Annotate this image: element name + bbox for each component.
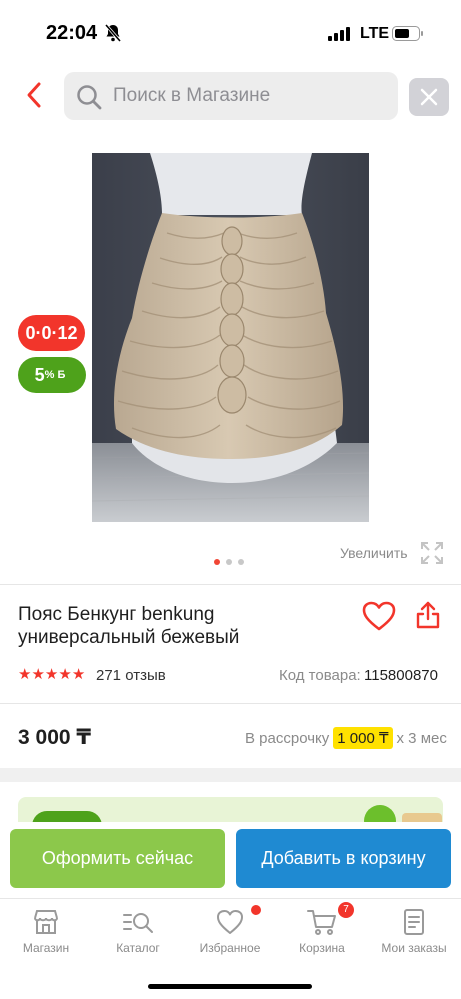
bonus-badge: 5% Б	[18, 357, 86, 393]
bonus-unit: % Б	[44, 369, 66, 381]
signal-icon	[328, 27, 350, 46]
cart-icon	[276, 907, 368, 937]
installment-info[interactable]: В рассрочку 1 000 ₸ x 3 мес	[245, 727, 447, 749]
bonus-value: 5	[34, 364, 45, 385]
star-icon: ★	[31, 666, 45, 683]
tab-shop[interactable]: Магазин	[0, 907, 92, 955]
silent-mode-icon	[104, 24, 122, 47]
cart-count-badge: 7	[338, 902, 354, 918]
gallery-pagination	[214, 559, 244, 565]
search-placeholder: Поиск в Магазине	[113, 85, 271, 106]
divider	[0, 703, 461, 704]
expand-icon[interactable]	[420, 541, 444, 570]
star-icon: ★	[58, 666, 72, 683]
share-icon[interactable]	[415, 600, 441, 635]
pagination-dot	[226, 559, 232, 565]
product-title: Пояс Бенкунг benkung универсальный бежев…	[18, 604, 240, 648]
tab-label: Каталог	[116, 941, 160, 955]
search-input[interactable]: Поиск в Магазине	[64, 72, 398, 120]
installment-suffix: x 3 мес	[396, 729, 447, 747]
tab-label: Корзина	[299, 941, 345, 955]
star-icon: ★	[71, 666, 86, 683]
section-separator	[0, 768, 461, 782]
divider	[0, 584, 461, 585]
tab-orders[interactable]: Мои заказы	[368, 907, 460, 955]
star-icon: ★	[44, 666, 59, 683]
status-time: 22:04	[46, 22, 98, 44]
zoom-button-label[interactable]: Увеличить	[340, 545, 408, 561]
sku-label: Код товара:	[279, 667, 361, 684]
installment-amount: 1 000 ₸	[333, 727, 393, 749]
status-bar: 22:04 LTE	[0, 0, 461, 60]
close-icon	[420, 88, 438, 106]
product-image[interactable]	[92, 153, 369, 522]
orders-icon	[368, 907, 460, 937]
pagination-dot-active	[214, 559, 220, 565]
tab-catalog[interactable]: Каталог	[92, 907, 184, 955]
heart-icon	[184, 907, 276, 937]
back-button[interactable]	[18, 78, 52, 112]
installment-prefix: В рассрочку	[245, 729, 330, 747]
pagination-dot	[238, 559, 244, 565]
tab-label: Магазин	[22, 941, 70, 955]
tab-favorites[interactable]: Избранное	[184, 907, 276, 955]
battery-icon	[392, 26, 424, 46]
add-to-cart-button[interactable]: Добавить в корзину	[236, 829, 451, 888]
reviews-link[interactable]: 271 отзыв	[96, 667, 166, 684]
checkout-now-button[interactable]: Оформить сейчас	[10, 829, 225, 888]
tab-cart[interactable]: Корзина	[276, 907, 368, 955]
network-type: LTE	[360, 25, 390, 42]
favorites-notification-dot	[251, 905, 261, 915]
product-price: 3 000 ₸	[18, 726, 91, 749]
star-icon: ★	[18, 666, 32, 683]
tab-label: Мои заказы	[381, 941, 447, 955]
chevron-left-icon	[27, 82, 41, 108]
favorite-heart-icon[interactable]	[362, 601, 396, 636]
rating-stars: ★ ★ ★ ★ ★	[18, 667, 85, 682]
sku-value: 115800870	[364, 667, 438, 684]
installment-badge: 0·0·12	[18, 315, 85, 351]
shop-icon	[0, 907, 92, 937]
catalog-icon	[92, 907, 184, 937]
search-icon	[76, 84, 102, 115]
home-indicator	[148, 984, 312, 989]
tab-label: Избранное	[199, 941, 261, 955]
clear-search-button[interactable]	[409, 78, 449, 116]
